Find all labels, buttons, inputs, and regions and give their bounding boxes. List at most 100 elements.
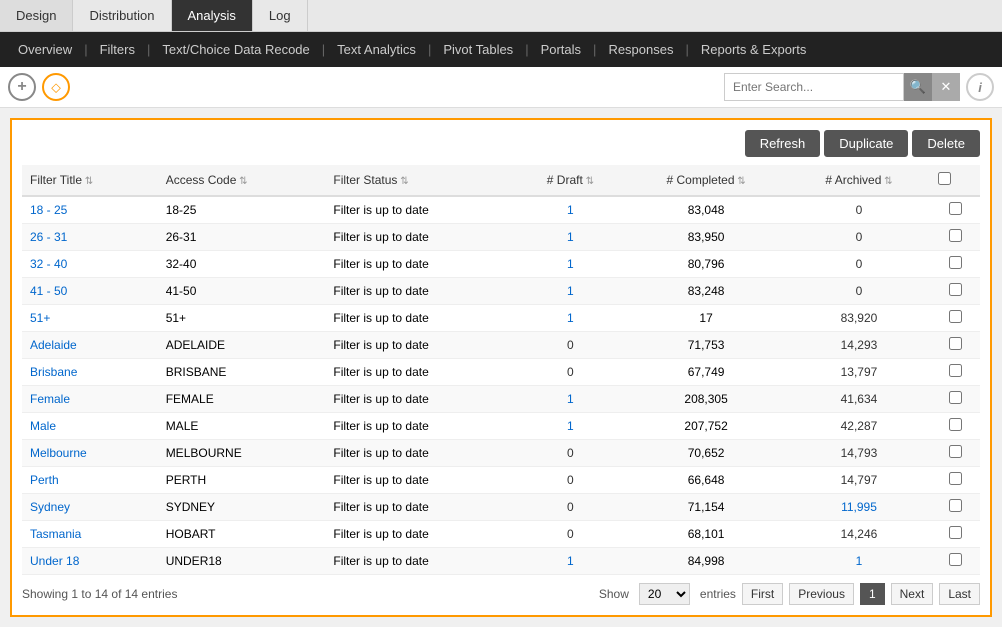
col-filter-title[interactable]: Filter Title [22, 165, 158, 196]
row-checkbox[interactable] [949, 445, 962, 458]
delete-button[interactable]: Delete [912, 130, 980, 157]
row-checkbox[interactable] [949, 229, 962, 242]
filters-table: Filter Title Access Code Filter Status #… [22, 165, 980, 575]
subnav-portals[interactable]: Portals [531, 32, 591, 67]
cell-draft: 1 [516, 196, 624, 224]
row-checkbox[interactable] [949, 499, 962, 512]
filter-button[interactable]: ⬦ [42, 73, 70, 101]
col-checkbox [930, 165, 980, 196]
filter-title-link[interactable]: 32 - 40 [30, 257, 67, 271]
page-last-button[interactable]: Last [939, 583, 980, 605]
filter-title-link[interactable]: Tasmania [30, 527, 81, 541]
subnav-overview[interactable]: Overview [8, 32, 82, 67]
table-row: Brisbane BRISBANE Filter is up to date 0… [22, 359, 980, 386]
search-input[interactable] [724, 73, 904, 101]
cell-title: Melbourne [22, 440, 158, 467]
filter-title-link[interactable]: 41 - 50 [30, 284, 67, 298]
subnav-reports[interactable]: Reports & Exports [691, 32, 817, 67]
main-content: Refresh Duplicate Delete Filter Title Ac… [0, 108, 1002, 627]
select-all-checkbox[interactable] [938, 172, 951, 185]
table-row: 41 - 50 41-50 Filter is up to date 1 83,… [22, 278, 980, 305]
filter-title-link[interactable]: Male [30, 419, 56, 433]
col-completed[interactable]: # Completed [625, 165, 788, 196]
cell-status: Filter is up to date [325, 386, 516, 413]
cell-title: Brisbane [22, 359, 158, 386]
filter-title-link[interactable]: Female [30, 392, 70, 406]
cell-checkbox [930, 332, 980, 359]
table-row: 18 - 25 18-25 Filter is up to date 1 83,… [22, 196, 980, 224]
refresh-button[interactable]: Refresh [745, 130, 821, 157]
page-first-button[interactable]: First [742, 583, 783, 605]
row-checkbox[interactable] [949, 472, 962, 485]
subnav-textchoice[interactable]: Text/Choice Data Recode [152, 32, 319, 67]
row-checkbox[interactable] [949, 526, 962, 539]
cell-archived: 13,797 [788, 359, 931, 386]
search-clear-button[interactable]: ✕ [932, 73, 960, 101]
filter-title-link[interactable]: Perth [30, 473, 59, 487]
row-checkbox[interactable] [949, 553, 962, 566]
cell-draft: 1 [516, 386, 624, 413]
tab-distribution[interactable]: Distribution [73, 0, 171, 31]
row-checkbox[interactable] [949, 364, 962, 377]
cell-title: Tasmania [22, 521, 158, 548]
row-checkbox[interactable] [949, 256, 962, 269]
cell-draft: 1 [516, 305, 624, 332]
cell-completed: 83,248 [625, 278, 788, 305]
table-wrapper: Refresh Duplicate Delete Filter Title Ac… [10, 118, 992, 617]
tab-design[interactable]: Design [0, 0, 73, 31]
filter-title-link[interactable]: Under 18 [30, 554, 79, 568]
tab-log[interactable]: Log [253, 0, 308, 31]
subnav-pivottables[interactable]: Pivot Tables [433, 32, 523, 67]
filter-title-link[interactable]: 26 - 31 [30, 230, 67, 244]
page-previous-button[interactable]: Previous [789, 583, 854, 605]
table-row: 26 - 31 26-31 Filter is up to date 1 83,… [22, 224, 980, 251]
cell-checkbox [930, 278, 980, 305]
filter-title-link[interactable]: Brisbane [30, 365, 77, 379]
cell-title: Adelaide [22, 332, 158, 359]
col-archived[interactable]: # Archived [788, 165, 931, 196]
cell-checkbox [930, 413, 980, 440]
row-checkbox[interactable] [949, 391, 962, 404]
cell-access: SYDNEY [158, 494, 326, 521]
page-next-button[interactable]: Next [891, 583, 934, 605]
toolbar: + ⬦ 🔍 ✕ i [0, 67, 1002, 108]
subnav-filters[interactable]: Filters [90, 32, 145, 67]
filter-title-link[interactable]: Adelaide [30, 338, 77, 352]
cell-checkbox [930, 196, 980, 224]
cell-completed: 71,154 [625, 494, 788, 521]
row-checkbox[interactable] [949, 310, 962, 323]
col-filter-status[interactable]: Filter Status [325, 165, 516, 196]
subnav-textanalytics[interactable]: Text Analytics [327, 32, 426, 67]
row-checkbox[interactable] [949, 337, 962, 350]
cell-draft: 0 [516, 521, 624, 548]
cell-completed: 17 [625, 305, 788, 332]
filter-title-link[interactable]: Melbourne [30, 446, 87, 460]
table-row: Adelaide ADELAIDE Filter is up to date 0… [22, 332, 980, 359]
duplicate-button[interactable]: Duplicate [824, 130, 908, 157]
cell-access: MELBOURNE [158, 440, 326, 467]
cell-status: Filter is up to date [325, 521, 516, 548]
table-row: Female FEMALE Filter is up to date 1 208… [22, 386, 980, 413]
tab-analysis[interactable]: Analysis [172, 0, 253, 31]
show-select[interactable]: 10 20 50 100 [639, 583, 690, 605]
filter-title-link[interactable]: Sydney [30, 500, 70, 514]
info-button[interactable]: i [966, 73, 994, 101]
row-checkbox[interactable] [949, 202, 962, 215]
cell-completed: 70,652 [625, 440, 788, 467]
col-draft[interactable]: # Draft [516, 165, 624, 196]
page-1-button[interactable]: 1 [860, 583, 885, 605]
cell-checkbox [930, 386, 980, 413]
row-checkbox[interactable] [949, 283, 962, 296]
row-checkbox[interactable] [949, 418, 962, 431]
cell-status: Filter is up to date [325, 359, 516, 386]
cell-completed: 80,796 [625, 251, 788, 278]
table-row: Melbourne MELBOURNE Filter is up to date… [22, 440, 980, 467]
table-row: 32 - 40 32-40 Filter is up to date 1 80,… [22, 251, 980, 278]
cell-status: Filter is up to date [325, 332, 516, 359]
search-submit-button[interactable]: 🔍 [904, 73, 932, 101]
filter-title-link[interactable]: 18 - 25 [30, 203, 67, 217]
subnav-responses[interactable]: Responses [598, 32, 683, 67]
col-access-code[interactable]: Access Code [158, 165, 326, 196]
filter-title-link[interactable]: 51+ [30, 311, 50, 325]
add-button[interactable]: + [8, 73, 36, 101]
